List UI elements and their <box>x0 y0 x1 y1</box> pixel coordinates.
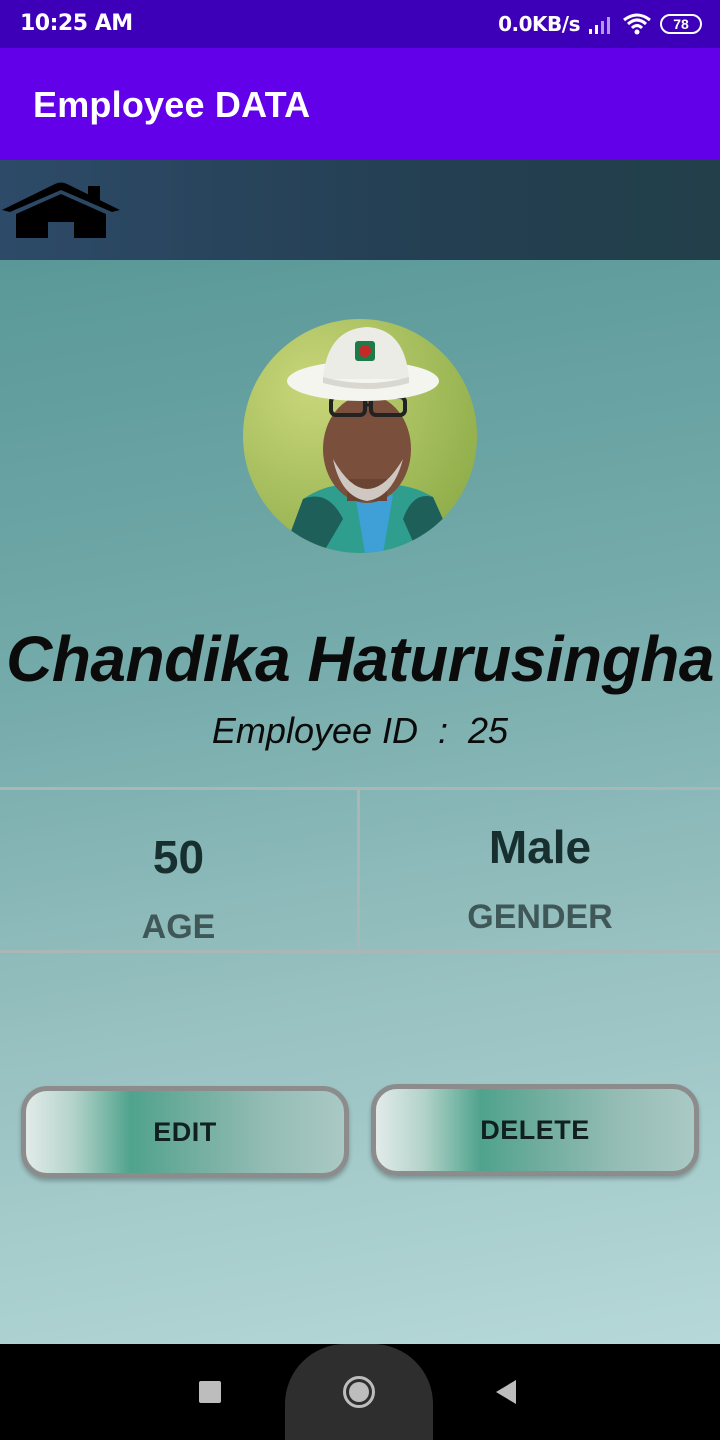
status-indicators: 0.0KB/s 78 <box>498 10 702 38</box>
age-value: 50 <box>152 831 205 883</box>
home-toolbar <box>0 160 720 260</box>
employee-details: Chandika Haturusingha Employee ID : 25 5… <box>0 260 720 1344</box>
employee-photo <box>243 319 477 553</box>
employee-name: Chandika Haturusingha <box>6 623 714 695</box>
recent-apps-icon[interactable] <box>199 1381 221 1403</box>
status-time: 10:25 AM <box>20 11 133 36</box>
age-label: AGE <box>141 908 216 946</box>
stats-panel: 50 AGE Male GENDER <box>0 787 720 953</box>
network-speed: 0.0KB/s <box>498 12 580 36</box>
battery-level: 78 <box>673 16 689 32</box>
app-title: Employee DATA <box>33 84 311 125</box>
screen: 10:25 AM 0.0KB/s 78 Employee DATA Chandi… <box>0 0 720 1440</box>
gender-label: GENDER <box>467 898 613 936</box>
wifi-icon <box>623 13 651 35</box>
home-circle-icon[interactable] <box>342 1375 376 1409</box>
edit-button[interactable]: EDIT <box>21 1086 349 1178</box>
app-bar: Employee DATA <box>0 48 720 160</box>
battery-icon: 78 <box>660 14 702 34</box>
employee-id: Employee ID : 25 <box>211 710 509 751</box>
home-icon[interactable] <box>0 180 122 242</box>
status-bar: 10:25 AM 0.0KB/s 78 <box>0 0 720 48</box>
navigation-bar <box>0 1344 720 1440</box>
signal-icon <box>589 17 610 34</box>
back-icon[interactable] <box>494 1378 518 1406</box>
gender-value: Male <box>488 821 592 873</box>
delete-button[interactable]: DELETE <box>371 1084 699 1176</box>
